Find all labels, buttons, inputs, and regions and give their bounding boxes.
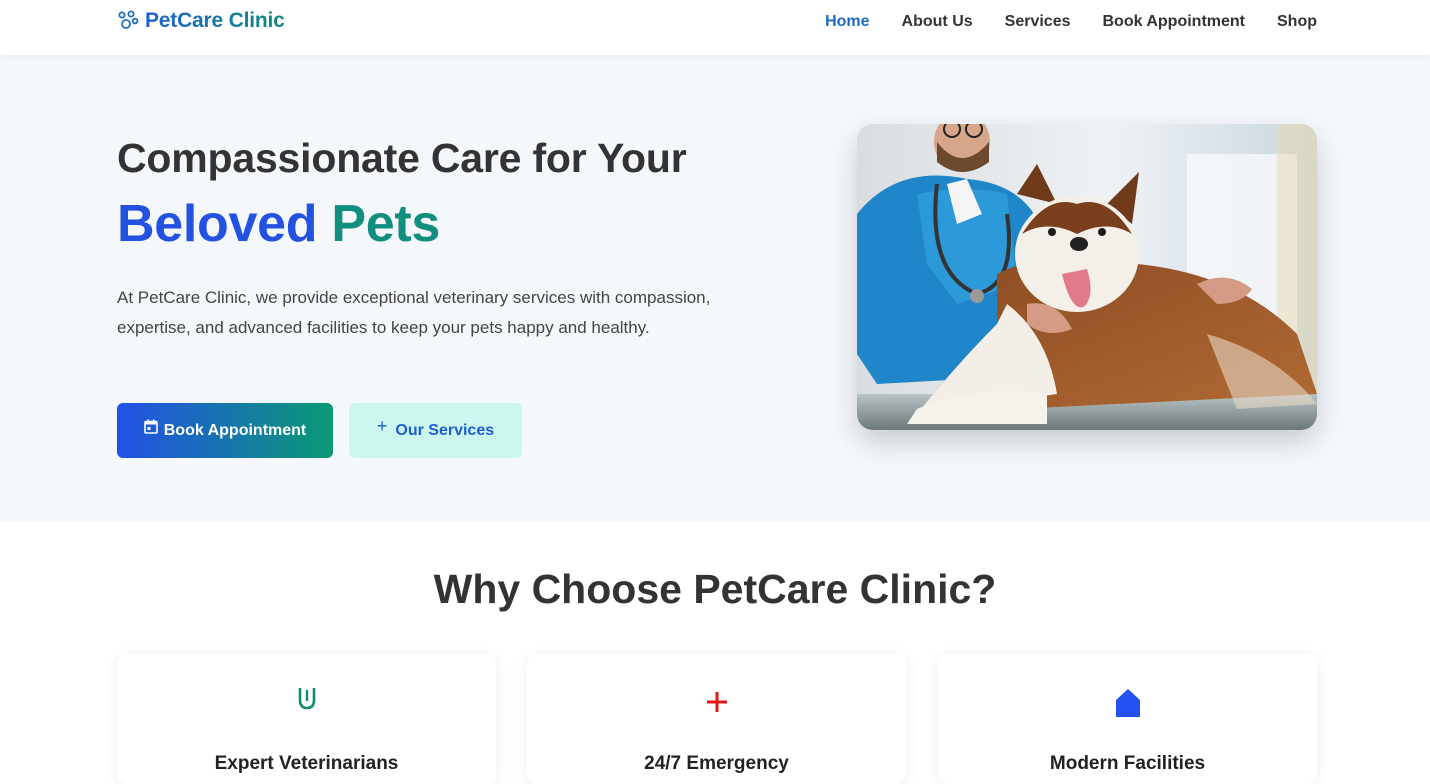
vet-with-dog-photo bbox=[857, 124, 1317, 430]
our-services-label: Our Services bbox=[395, 421, 495, 439]
feature-card-title: 24/7 Emergency bbox=[644, 753, 789, 774]
nav-book-appointment[interactable]: Book Appointment bbox=[1103, 13, 1246, 31]
feature-card-expert-vets: Expert Veterinarians bbox=[117, 654, 496, 784]
site-header: PetCare Clinic Home About Us Services Bo… bbox=[0, 0, 1430, 55]
nav-about-us[interactable]: About Us bbox=[902, 13, 973, 31]
nav-home[interactable]: Home bbox=[825, 13, 869, 31]
book-appointment-label: Book Appointment bbox=[163, 421, 307, 439]
plus-icon: + bbox=[376, 416, 388, 436]
hero-title-word-beloved: Beloved bbox=[117, 195, 318, 253]
why-choose-title: Why Choose PetCare Clinic? bbox=[433, 566, 997, 612]
feature-card-emergency: 24/7 Emergency bbox=[527, 654, 906, 784]
hero-section: Compassionate Care for Your Beloved Pets… bbox=[0, 55, 1430, 521]
hero-title-highlight: Beloved Pets bbox=[117, 194, 440, 254]
plus-cross-icon bbox=[706, 692, 727, 712]
main-nav: Home About Us Services Book Appointment … bbox=[825, 13, 1317, 31]
feature-card-title: Expert Veterinarians bbox=[214, 753, 399, 774]
paw-icon bbox=[118, 10, 139, 29]
calendar-icon bbox=[143, 419, 158, 434]
book-appointment-button[interactable]: Book Appointment bbox=[117, 403, 333, 458]
hero-photo-illustration bbox=[857, 124, 1317, 430]
nav-services[interactable]: Services bbox=[1005, 13, 1071, 31]
hero-description: At PetCare Clinic, we provide exceptiona… bbox=[117, 288, 711, 337]
house-icon bbox=[1115, 689, 1140, 717]
feature-card-facilities: Modern Facilities bbox=[938, 654, 1317, 784]
hero-title: Compassionate Care for Your bbox=[117, 135, 687, 181]
brand-logo[interactable]: PetCare Clinic bbox=[117, 9, 285, 33]
nav-shop[interactable]: Shop bbox=[1277, 13, 1317, 31]
feature-card-title: Modern Facilities bbox=[1049, 753, 1206, 774]
stethoscope-icon bbox=[298, 688, 315, 710]
our-services-button[interactable]: + Our Services bbox=[349, 403, 522, 458]
hero-title-word-pets: Pets bbox=[331, 195, 440, 253]
brand-name: PetCare Clinic bbox=[145, 9, 285, 32]
